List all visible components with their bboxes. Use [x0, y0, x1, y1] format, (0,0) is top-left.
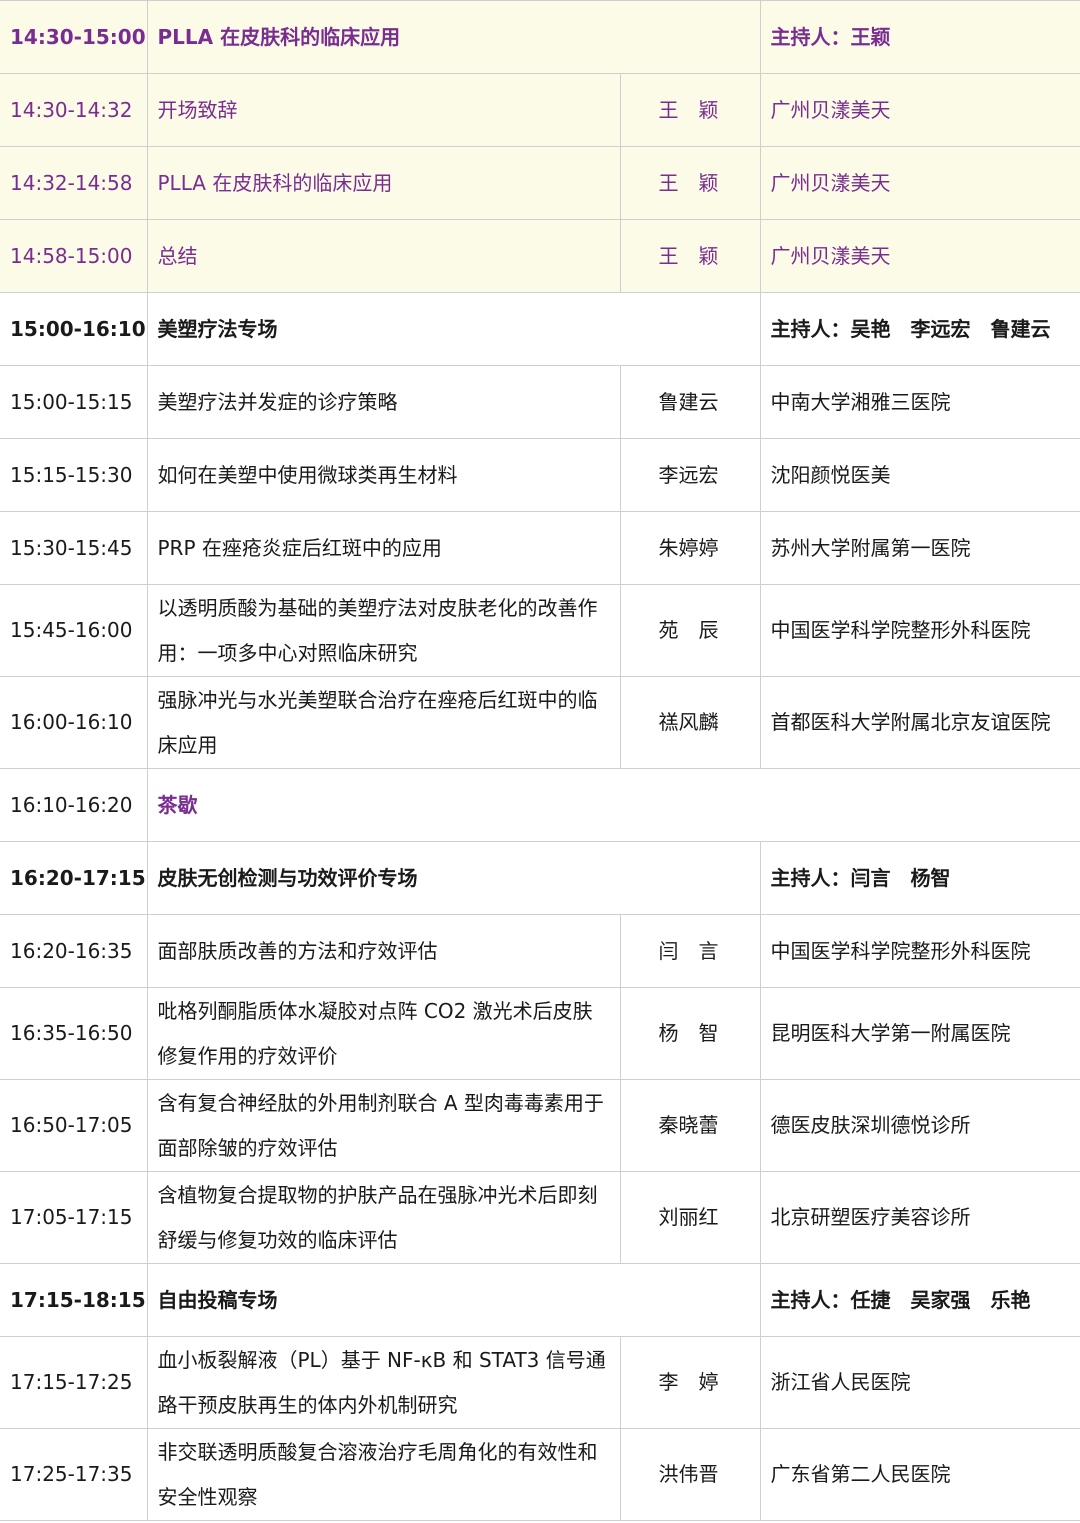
session-title: PLLA 在皮肤科的临床应用 — [146, 0, 761, 74]
table-row: 15:00-15:15 美塑疗法并发症的诊疗策略 鲁建云 中南大学湘雅三医院 — [0, 365, 1080, 439]
talk-time: 16:20-16:35 — [0, 914, 148, 988]
session-header-row: 17:15-18:15 自由投稿专场 主持人：任捷 吴家强 乐艳 — [0, 1263, 1080, 1337]
table-row: 15:45-16:00 以透明质酸为基础的美塑疗法对皮肤老化的改善作用：一项多中… — [0, 584, 1080, 677]
talk-affiliation: 中国医学科学院整形外科医院 — [759, 584, 1080, 677]
session-time: 15:00-16:10 — [0, 292, 148, 366]
talk-time: 15:15-15:30 — [0, 438, 148, 512]
talk-speaker: 王 颖 — [619, 219, 761, 293]
session-header-row: 15:00-16:10 美塑疗法专场 主持人：吴艳 李远宏 鲁建云 — [0, 292, 1080, 366]
talk-title: 含有复合神经肽的外用制剂联合 A 型肉毒毒素用于面部除皱的疗效评估 — [146, 1079, 621, 1172]
talk-affiliation: 广州贝漾美天 — [759, 146, 1080, 220]
talk-time: 15:00-15:15 — [0, 365, 148, 439]
talk-affiliation: 首都医科大学附属北京友谊医院 — [759, 676, 1080, 769]
talk-affiliation: 中南大学湘雅三医院 — [759, 365, 1080, 439]
talk-title: 非交联透明质酸复合溶液治疗毛周角化的有效性和安全性观察 — [146, 1428, 621, 1521]
talk-time: 17:25-17:35 — [0, 1428, 148, 1521]
table-row: 16:20-16:35 面部肤质改善的方法和疗效评估 闫 言 中国医学科学院整形… — [0, 914, 1080, 988]
table-row: 14:58-15:00 总结 王 颖 广州贝漾美天 — [0, 219, 1080, 293]
table-row: 17:25-17:35 非交联透明质酸复合溶液治疗毛周角化的有效性和安全性观察 … — [0, 1428, 1080, 1521]
talk-affiliation: 苏州大学附属第一医院 — [759, 511, 1080, 585]
talk-speaker: 秦晓蕾 — [619, 1079, 761, 1172]
talk-title: PRP 在痤疮炎症后红斑中的应用 — [146, 511, 621, 585]
talk-speaker: 刘丽红 — [619, 1171, 761, 1264]
table-row: 15:30-15:45 PRP 在痤疮炎症后红斑中的应用 朱婷婷 苏州大学附属第… — [0, 511, 1080, 585]
talk-title: 含植物复合提取物的护肤产品在强脉冲光术后即刻舒缓与修复功效的临床评估 — [146, 1171, 621, 1264]
talk-title: 开场致辞 — [146, 73, 621, 147]
session-title: 自由投稿专场 — [146, 1263, 761, 1337]
table-row: 16:50-17:05 含有复合神经肽的外用制剂联合 A 型肉毒毒素用于面部除皱… — [0, 1079, 1080, 1172]
talk-title: 以透明质酸为基础的美塑疗法对皮肤老化的改善作用：一项多中心对照临床研究 — [146, 584, 621, 677]
talk-speaker: 朱婷婷 — [619, 511, 761, 585]
talk-title: 强脉冲光与水光美塑联合治疗在痤疮后红斑中的临床应用 — [146, 676, 621, 769]
talk-speaker: 苑 辰 — [619, 584, 761, 677]
talk-affiliation: 昆明医科大学第一附属医院 — [759, 987, 1080, 1080]
talk-speaker: 李 婷 — [619, 1336, 761, 1429]
break-title: 茶歇 — [147, 768, 1080, 842]
talk-time: 15:30-15:45 — [0, 511, 148, 585]
talk-speaker: 洪伟晋 — [619, 1428, 761, 1521]
talk-title: 总结 — [146, 219, 621, 293]
table-row: 16:35-16:50 吡格列酮脂质体水凝胶对点阵 CO2 激光术后皮肤修复作用… — [0, 987, 1080, 1080]
talk-speaker: 鲁建云 — [619, 365, 761, 439]
session-host: 主持人：王颖 — [759, 0, 1080, 74]
talk-time: 17:15-17:25 — [0, 1336, 148, 1429]
talk-affiliation: 广东省第二人民医院 — [759, 1428, 1080, 1521]
talk-time: 17:05-17:15 — [0, 1171, 148, 1264]
talk-affiliation: 广州贝漾美天 — [759, 219, 1080, 293]
table-row: 15:15-15:30 如何在美塑中使用微球类再生材料 李远宏 沈阳颜悦医美 — [0, 438, 1080, 512]
table-row: 16:00-16:10 强脉冲光与水光美塑联合治疗在痤疮后红斑中的临床应用 禚风… — [0, 676, 1080, 769]
talk-time: 15:45-16:00 — [0, 584, 148, 677]
talk-title: 如何在美塑中使用微球类再生材料 — [146, 438, 621, 512]
break-time: 16:10-16:20 — [0, 768, 148, 842]
talk-title: PLLA 在皮肤科的临床应用 — [146, 146, 621, 220]
talk-speaker: 王 颖 — [619, 146, 761, 220]
talk-speaker: 杨 智 — [619, 987, 761, 1080]
talk-speaker: 王 颖 — [619, 73, 761, 147]
talk-affiliation: 德医皮肤深圳德悦诊所 — [759, 1079, 1080, 1172]
talk-time: 14:58-15:00 — [0, 219, 148, 293]
session-host: 主持人：任捷 吴家强 乐艳 — [759, 1263, 1080, 1337]
talk-affiliation: 广州贝漾美天 — [759, 73, 1080, 147]
talk-affiliation: 沈阳颜悦医美 — [759, 438, 1080, 512]
break-row: 16:10-16:20 茶歇 — [0, 768, 1080, 842]
talk-title: 美塑疗法并发症的诊疗策略 — [146, 365, 621, 439]
talk-title: 面部肤质改善的方法和疗效评估 — [146, 914, 621, 988]
talk-speaker: 李远宏 — [619, 438, 761, 512]
talk-time: 14:32-14:58 — [0, 146, 148, 220]
session-header-row: 16:20-17:15 皮肤无创检测与功效评价专场 主持人：闫言 杨智 — [0, 841, 1080, 915]
session-header-row: 14:30-15:00 PLLA 在皮肤科的临床应用 主持人：王颖 — [0, 0, 1080, 74]
talk-speaker: 禚风麟 — [619, 676, 761, 769]
session-time: 17:15-18:15 — [0, 1263, 148, 1337]
session-title: 美塑疗法专场 — [146, 292, 761, 366]
talk-affiliation: 浙江省人民医院 — [759, 1336, 1080, 1429]
talk-title: 血小板裂解液（PL）基于 NF-κB 和 STAT3 信号通路干预皮肤再生的体内… — [146, 1336, 621, 1429]
talk-time: 16:50-17:05 — [0, 1079, 148, 1172]
talk-speaker: 闫 言 — [619, 914, 761, 988]
talk-affiliation: 中国医学科学院整形外科医院 — [759, 914, 1080, 988]
schedule-table: 14:30-15:00 PLLA 在皮肤科的临床应用 主持人：王颖 14:30-… — [0, 0, 1080, 1521]
session-host: 主持人：闫言 杨智 — [759, 841, 1080, 915]
session-host: 主持人：吴艳 李远宏 鲁建云 — [759, 292, 1080, 366]
session-time: 14:30-15:00 — [0, 0, 148, 74]
talk-title: 吡格列酮脂质体水凝胶对点阵 CO2 激光术后皮肤修复作用的疗效评价 — [146, 987, 621, 1080]
table-row: 17:05-17:15 含植物复合提取物的护肤产品在强脉冲光术后即刻舒缓与修复功… — [0, 1171, 1080, 1264]
talk-affiliation: 北京研塑医疗美容诊所 — [759, 1171, 1080, 1264]
table-row: 17:15-17:25 血小板裂解液（PL）基于 NF-κB 和 STAT3 信… — [0, 1336, 1080, 1429]
table-row: 14:30-14:32 开场致辞 王 颖 广州贝漾美天 — [0, 73, 1080, 147]
session-title: 皮肤无创检测与功效评价专场 — [146, 841, 761, 915]
table-row: 14:32-14:58 PLLA 在皮肤科的临床应用 王 颖 广州贝漾美天 — [0, 146, 1080, 220]
talk-time: 16:35-16:50 — [0, 987, 148, 1080]
talk-time: 16:00-16:10 — [0, 676, 148, 769]
talk-time: 14:30-14:32 — [0, 73, 148, 147]
session-time: 16:20-17:15 — [0, 841, 148, 915]
